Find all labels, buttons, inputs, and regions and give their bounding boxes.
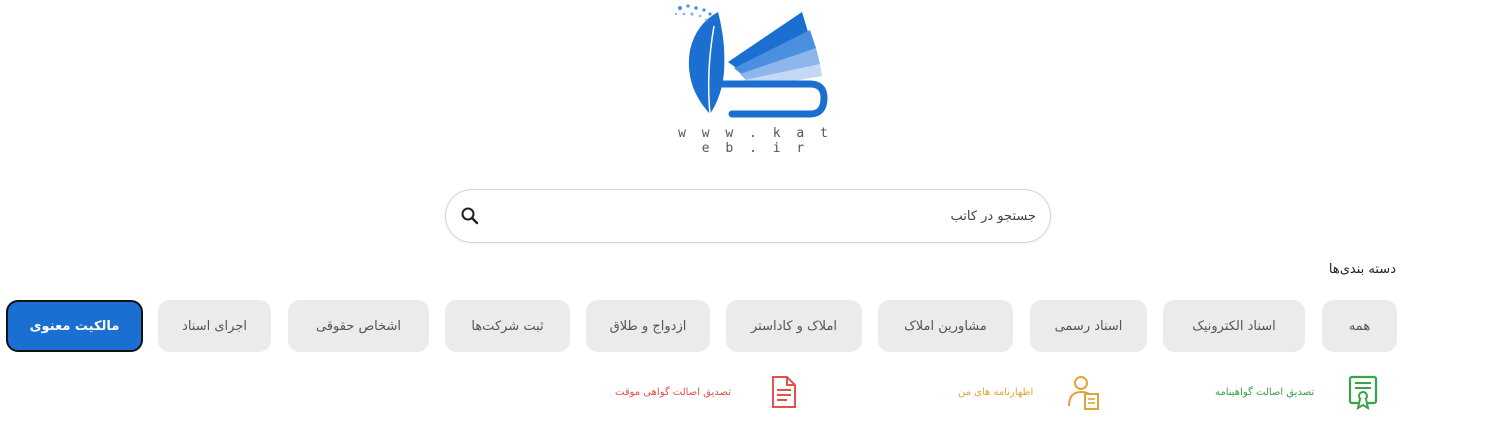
user-document-icon (1068, 376, 1100, 410)
kateb-logo[interactable]: w w w . k a t e b . i r (670, 2, 840, 156)
service-label: اظهارنامه های من (958, 386, 1034, 398)
search-input[interactable] (506, 190, 1038, 243)
category-chips: همه اسناد الکترونیک اسناد رسمی مشاورین ا… (0, 300, 1496, 352)
category-chip-electronic-documents[interactable]: اسناد الکترونیک (1163, 300, 1305, 352)
category-chip-company-registration[interactable]: ثبت شرکت‌ها (445, 300, 570, 352)
category-chip-intellectual-property[interactable]: مالکیت معنوی (6, 300, 143, 352)
logo-url-text: w w w . k a t e b . i r (678, 126, 832, 156)
category-chip-marriage-divorce[interactable]: ازدواج و طلاق (586, 300, 710, 352)
category-chip-document-execution[interactable]: اجرای اسناد (158, 300, 271, 352)
service-label: تصدیق اصالت گواهی موقت (615, 386, 731, 398)
service-my-declarations[interactable]: اظهارنامه های من (958, 372, 1101, 412)
categories-heading: دسته بندی‌ها (1328, 262, 1396, 277)
search-bar[interactable] (445, 189, 1051, 243)
service-temporary-certificate-verification[interactable]: تصدیق اصالت گواهی موقت (615, 372, 801, 412)
category-chip-real-estate-consultants[interactable]: مشاورین املاک (878, 300, 1013, 352)
certificate-icon (1349, 375, 1378, 410)
service-certificate-verification[interactable]: تصدیق اصالت گواهینامه (1215, 372, 1380, 412)
category-chip-official-documents[interactable]: اسناد رسمی (1030, 300, 1147, 352)
category-chip-all[interactable]: همه (1322, 300, 1397, 352)
document-icon (771, 376, 796, 408)
category-chip-legal-entities[interactable]: اشخاص حقوقی (288, 300, 429, 352)
category-chip-property-cadastre[interactable]: املاک و کاداستر (726, 300, 862, 352)
feather-book-logo-icon (674, 4, 828, 118)
search-icon[interactable] (460, 206, 480, 226)
service-label: تصدیق اصالت گواهینامه (1215, 386, 1315, 398)
